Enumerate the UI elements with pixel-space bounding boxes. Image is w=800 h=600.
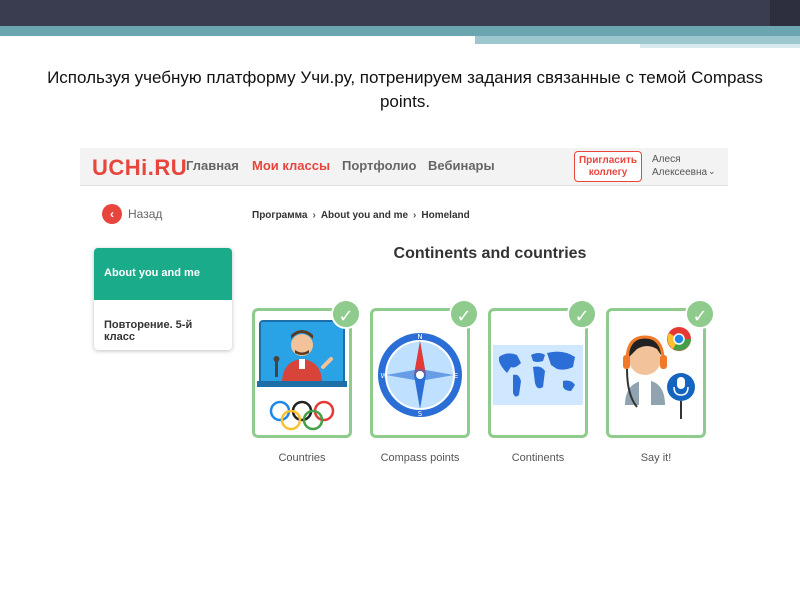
compass-icon: N S W E [378, 333, 462, 418]
task-card-compass-points[interactable]: N S W E ✓ [370, 299, 479, 438]
sidebar-item-about-you-and-me[interactable]: About you and me [94, 248, 232, 300]
platform-screenshot: UCHi.RU Главная Мои классы Портфолио Веб… [80, 148, 728, 488]
svg-text:W: W [381, 372, 388, 380]
slide-bar-corner [770, 0, 800, 26]
section-title: Continents and countries [393, 245, 587, 262]
task-card-countries[interactable]: ✓ [252, 299, 361, 438]
task-card-continents[interactable]: ✓ [488, 299, 597, 438]
breadcrumb-homeland[interactable]: Homeland [421, 210, 469, 221]
nav-portfolio[interactable]: Портфолио [342, 158, 416, 173]
teacher-olympic-icon [257, 320, 347, 431]
checkmark-icon: ✓ [449, 299, 479, 329]
logo[interactable]: UCHi.RU [92, 155, 187, 181]
sidebar-menu: About you and me Повторение. 5-й класс [94, 248, 232, 350]
world-map-icon [493, 345, 583, 405]
breadcrumb-separator: › [312, 210, 316, 221]
task-label-say-it[interactable]: Say it! [596, 452, 716, 464]
svg-text:S: S [418, 410, 423, 418]
checkmark-icon: ✓ [331, 299, 361, 329]
top-navigation: UCHi.RU Главная Мои классы Портфолио Веб… [80, 148, 728, 186]
task-label-continents[interactable]: Continents [478, 452, 598, 464]
slide-header-bar [0, 0, 800, 48]
svg-text:E: E [454, 372, 458, 380]
slide-bar-teal [0, 26, 800, 36]
invite-colleague-button[interactable]: Пригласить коллегу [574, 151, 642, 182]
nav-main[interactable]: Главная [186, 158, 239, 173]
breadcrumb-about[interactable]: About you and me [321, 210, 408, 221]
checkmark-icon: ✓ [567, 299, 597, 329]
nav-webinars[interactable]: Вебинары [428, 158, 495, 173]
slide-bar-teal-light [475, 36, 800, 44]
breadcrumb: Программа › About you and me › Homeland [252, 210, 470, 221]
slide-bar-pale [640, 44, 800, 48]
task-label-countries[interactable]: Countries [242, 452, 362, 464]
task-label-compass-points[interactable]: Compass points [360, 452, 480, 464]
task-card-say-it[interactable]: ✓ [606, 299, 715, 438]
sidebar-item-review-5th-grade[interactable]: Повторение. 5-й класс [94, 300, 232, 350]
back-button-label[interactable]: Назад [128, 207, 162, 221]
headphones-mic-icon [623, 327, 695, 419]
breadcrumb-program[interactable]: Программа [252, 210, 307, 221]
svg-text:N: N [417, 333, 422, 341]
slide-text: Используя учебную платформу Учи.ру, потр… [47, 68, 763, 111]
chevron-down-icon[interactable]: ⌄ [708, 166, 716, 177]
back-arrow-icon[interactable]: ‹ [102, 204, 122, 224]
slide-bar-dark [0, 0, 800, 26]
checkmark-icon: ✓ [685, 299, 715, 329]
breadcrumb-separator: › [413, 210, 417, 221]
nav-my-classes[interactable]: Мои классы [252, 158, 330, 173]
